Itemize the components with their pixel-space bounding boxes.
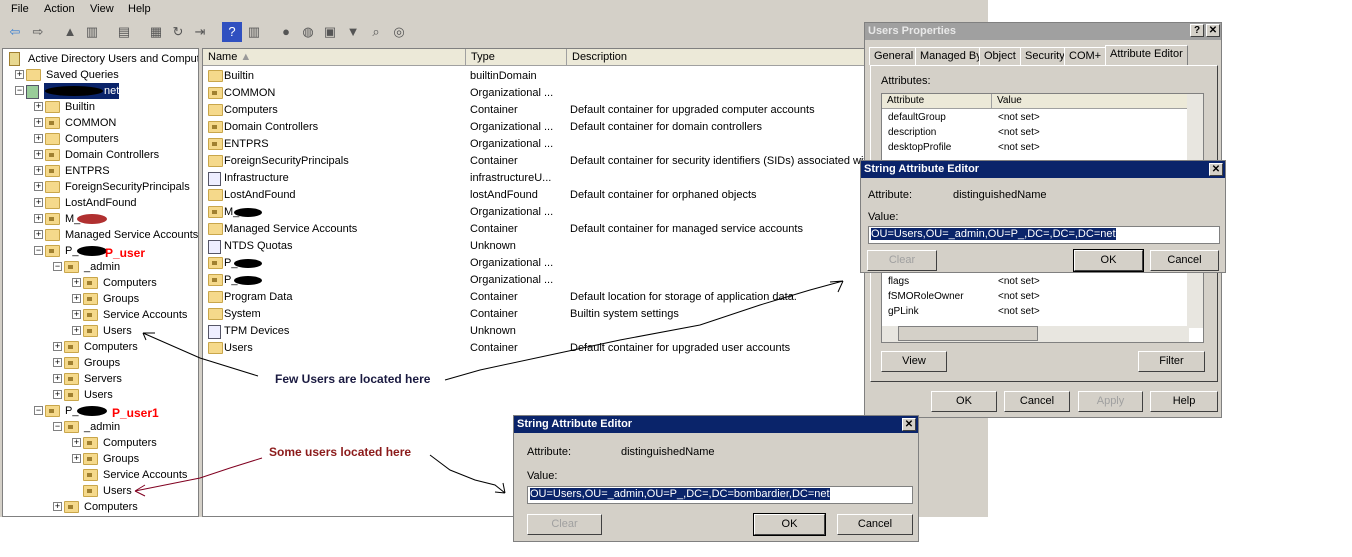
- arrow-some-users-dialog: [429, 454, 506, 494]
- annotation-arrows: [134, 280, 844, 497]
- arrow-some-users-tree: [134, 457, 263, 497]
- arrow-few-users-dialog: [444, 280, 844, 381]
- arrow-few-users-tree: [142, 332, 259, 377]
